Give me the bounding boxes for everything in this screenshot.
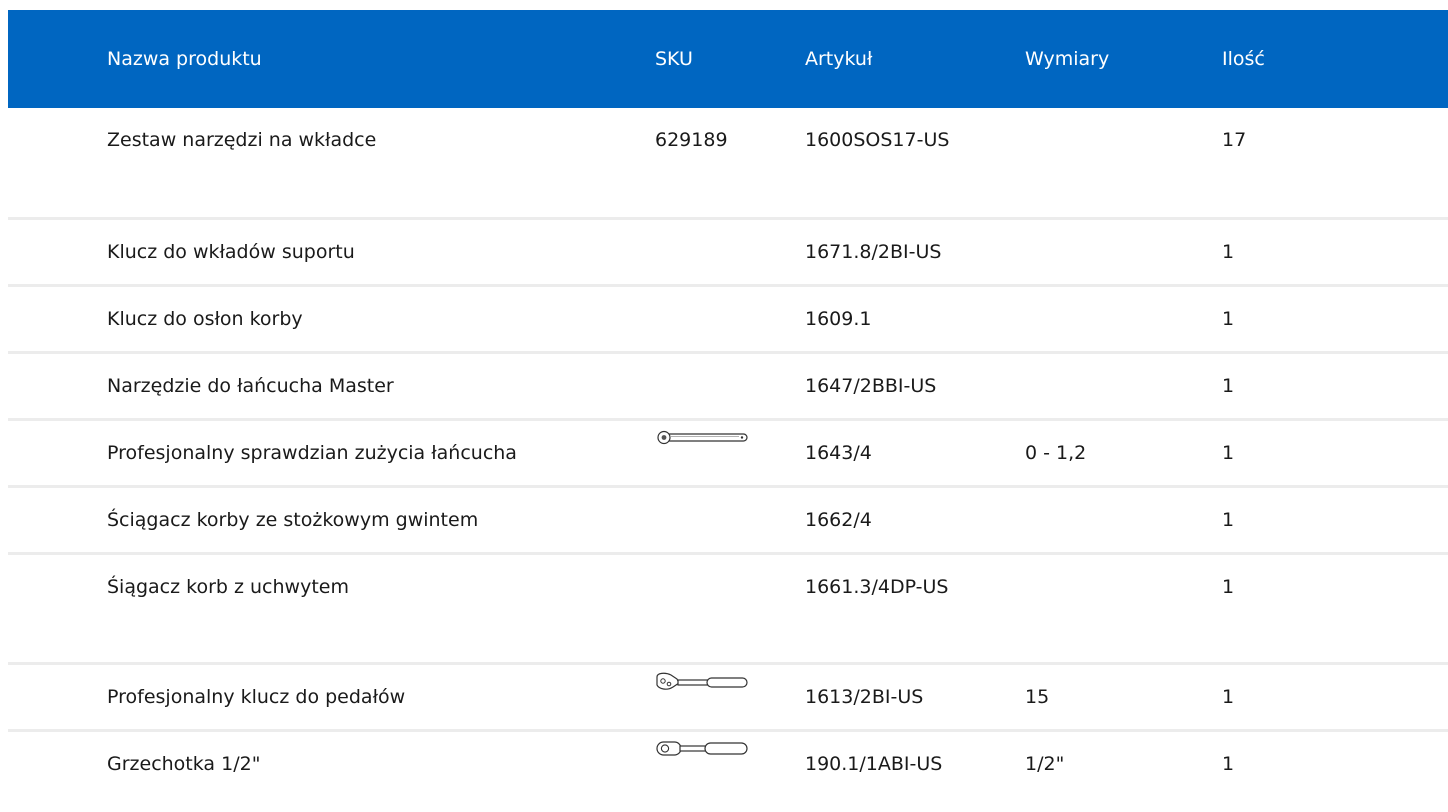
product-dimensions [1025,218,1222,285]
product-name: Profesjonalny sprawdzian zużycia łańcuch… [107,441,517,464]
product-name: Klucz do wkładów suportu [107,240,355,263]
product-name: Zestaw narzędzi na wkładce [107,129,377,151]
product-quantity: 1 [1222,575,1235,598]
header-row: Nazwa produktu SKU Artykuł Wymiary Ilość [8,10,1448,108]
product-article: 1613/2BI-US [805,685,924,708]
product-name: Profesjonalny klucz do pedałów [107,685,406,708]
product-list-page: Nazwa produktu SKU Artykuł Wymiary Ilość… [0,0,1448,812]
table-row: Śiągacz korb z uchwytem 1661.3/4DP-US 1 [8,553,1448,663]
column-header-name[interactable]: Nazwa produktu [8,10,655,108]
product-article: 1671.8/2BI-US [805,240,942,263]
pedal-wrench-icon[interactable] [655,671,749,695]
product-article: 1609.1 [805,307,872,330]
column-header-dimensions[interactable]: Wymiary [1025,10,1222,108]
product-dimensions [1025,486,1222,553]
table-header: Nazwa produktu SKU Artykuł Wymiary Ilość [8,10,1448,108]
product-sku [655,352,805,419]
table-row: Klucz do osłon korby 1609.1 1 [8,285,1448,352]
product-dimensions: 0 - 1,2 [1025,441,1087,464]
table-row: Grzechotka 1/2" 190.1/1ABI-US 1/2" 1 [8,730,1448,799]
product-dimensions: 15 [1025,685,1050,708]
tools-table: Nazwa produktu SKU Artykuł Wymiary Ilość… [8,10,1448,799]
table-row: Ściągacz korby ze stożkowym gwintem 1662… [8,486,1448,553]
product-article: 1600SOS17-US [805,129,950,151]
product-quantity: 1 [1222,685,1235,708]
product-sku-thumbnail[interactable] [655,419,805,486]
product-quantity: 1 [1222,307,1235,330]
table-body: Zestaw narzędzi na wkładce 629189 1600SO… [8,108,1448,799]
table-row: Zestaw narzędzi na wkładce 629189 1600SO… [8,108,1448,218]
chain-wear-gauge-icon[interactable] [655,427,749,449]
table-row: Narzędzie do łańcucha Master 1647/2BBI-U… [8,352,1448,419]
table-row: Profesjonalny sprawdzian zużycia łańcuch… [8,419,1448,486]
product-quantity: 1 [1222,441,1235,464]
product-article: 190.1/1ABI-US [805,752,943,775]
product-name: Klucz do osłon korby [107,307,303,330]
column-header-sku[interactable]: SKU [655,10,805,108]
product-sku-thumbnail[interactable] [655,663,805,730]
product-article: 1647/2BBI-US [805,374,937,397]
product-quantity: 17 [1222,129,1247,151]
product-sku [655,553,805,663]
product-name: Śiągacz korb z uchwytem [107,575,349,598]
product-dimensions [1025,285,1222,352]
product-sku [655,285,805,352]
table-row: Klucz do wkładów suportu 1671.8/2BI-US 1 [8,218,1448,285]
table-row: Profesjonalny klucz do pedałów 1613/2BI-… [8,663,1448,730]
column-header-quantity[interactable]: Ilość [1222,10,1448,108]
product-sku [655,218,805,285]
product-article: 1643/4 [805,441,872,464]
ratchet-icon[interactable] [655,738,749,760]
product-sku: 629189 [655,129,728,151]
product-name: Grzechotka 1/2" [107,752,261,775]
product-dimensions: 1/2" [1025,752,1065,775]
product-name: Ściągacz korby ze stożkowym gwintem [107,508,479,531]
product-quantity: 1 [1222,240,1235,263]
product-article: 1662/4 [805,508,872,531]
column-header-article[interactable]: Artykuł [805,10,1025,108]
product-sku [655,486,805,553]
product-quantity: 1 [1222,752,1235,775]
product-quantity: 1 [1222,374,1235,397]
product-quantity: 1 [1222,508,1235,531]
product-dimensions [1025,352,1222,419]
product-name: Narzędzie do łańcucha Master [107,374,394,397]
product-article: 1661.3/4DP-US [805,575,949,598]
product-dimensions [1025,553,1222,663]
product-sku-thumbnail[interactable] [655,730,805,799]
product-dimensions [1025,108,1222,218]
